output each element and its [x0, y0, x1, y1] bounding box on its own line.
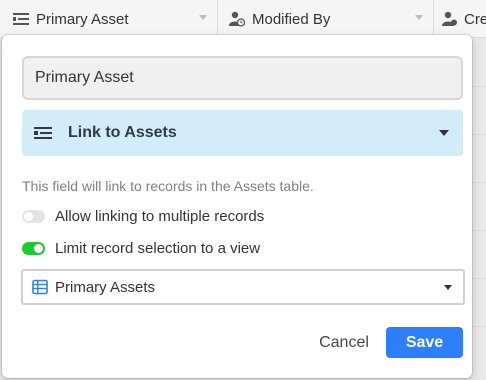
grid-view-icon — [32, 279, 48, 295]
column-header-primary-asset[interactable]: Primary Asset — [0, 0, 218, 38]
save-button[interactable]: Save — [386, 327, 463, 358]
column-header-modified-by[interactable]: Modified By — [218, 0, 434, 38]
field-config-dialog: Link to Assets This field will link to r… — [2, 35, 472, 378]
chevron-down-icon[interactable] — [415, 15, 423, 20]
view-select-label: Primary Assets — [55, 278, 156, 296]
user-icon — [442, 10, 458, 28]
option-label: Allow linking to multiple records — [55, 208, 265, 225]
chevron-down-icon[interactable] — [199, 15, 207, 20]
link-list-icon — [12, 10, 30, 28]
column-header-created-by[interactable]: Cre — [434, 0, 486, 38]
field-type-label: Link to Assets — [68, 124, 177, 141]
column-header-label: Cre — [464, 10, 486, 28]
toggle-switch-on[interactable] — [22, 242, 45, 255]
field-name-input[interactable] — [22, 56, 463, 100]
option-label: Limit record selection to a view — [55, 240, 261, 257]
chevron-down-icon — [444, 285, 452, 290]
user-clock-icon — [228, 10, 246, 28]
column-header-label: Modified By — [252, 10, 331, 28]
column-header-row: Primary Asset Modified By Cre — [0, 0, 486, 38]
cancel-button[interactable]: Cancel — [308, 327, 380, 359]
field-type-select[interactable]: Link to Assets — [22, 110, 463, 156]
view-select[interactable]: Primary Assets — [21, 269, 465, 305]
link-list-icon — [34, 123, 54, 143]
chevron-down-icon — [439, 130, 449, 136]
column-header-label: Primary Asset — [36, 10, 129, 28]
option-allow-multiple[interactable]: Allow linking to multiple records — [22, 208, 264, 225]
toggle-switch-off[interactable] — [22, 210, 45, 223]
field-description: This field will link to records in the A… — [22, 178, 314, 194]
option-limit-to-view[interactable]: Limit record selection to a view — [22, 240, 260, 257]
